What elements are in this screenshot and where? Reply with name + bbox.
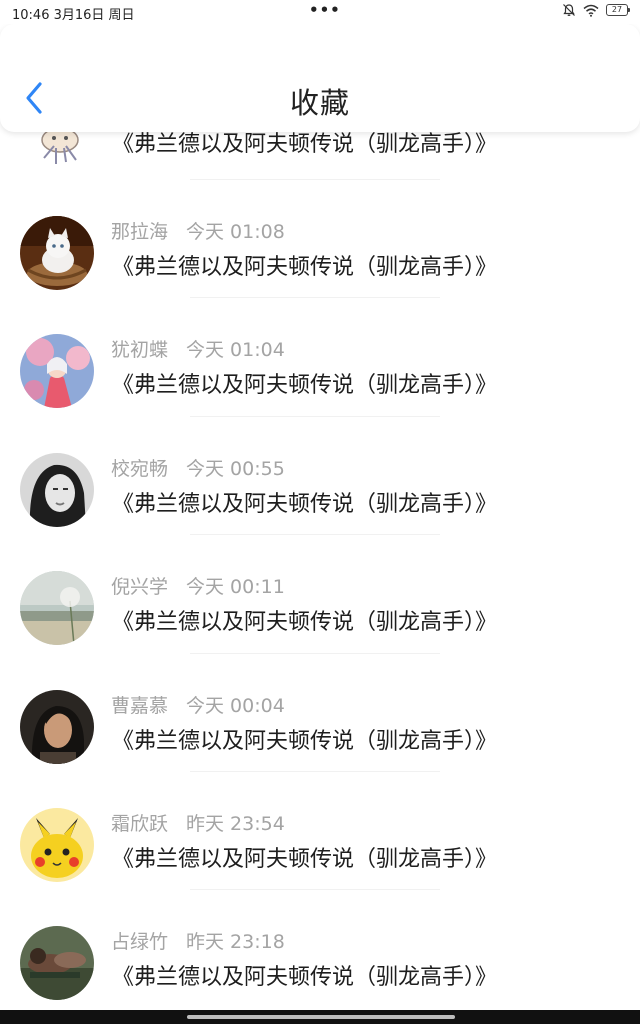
header: 收藏 [0, 24, 640, 132]
user-name: 倪兴学 [111, 576, 169, 599]
user-name: 占绿竹 [111, 931, 169, 954]
avatar [20, 334, 94, 409]
bell-muted-icon [562, 3, 576, 17]
list-item[interactable]: 犹初蝶 今天 01:04 《弗兰德以及阿夫顿传说（驯龙高手）》 [0, 298, 640, 418]
list-item[interactable]: 那拉海 今天 01:08 《弗兰德以及阿夫顿传说（驯龙高手）》 [0, 180, 640, 299]
timestamp: 今天 00:04 [186, 694, 285, 717]
list-item[interactable]: 曹嘉慕 今天 00:04 《弗兰德以及阿夫顿传说（驯龙高手）》 [0, 654, 640, 773]
item-title: 《弗兰德以及阿夫顿传说（驯龙高手）》 [112, 965, 498, 991]
user-name: 曹嘉慕 [111, 694, 169, 717]
list-item[interactable]: 占绿竹 昨天 23:18 《弗兰德以及阿夫顿传说（驯龙高手）》 [0, 890, 640, 1008]
item-meta: 校宛畅 今天 00:55 [111, 454, 285, 481]
avatar [20, 452, 94, 527]
page-title: 收藏 [289, 86, 350, 120]
item-meta: 犹初蝶 今天 01:04 [111, 335, 285, 362]
avatar [20, 216, 94, 290]
item-title: 《弗兰德以及阿夫顿传说（驯龙高手）》 [112, 728, 498, 754]
list-item[interactable]: 倪兴学 今天 00:11 《弗兰德以及阿夫顿传说（驯龙高手）》 [0, 535, 640, 654]
item-meta: 占绿竹 昨天 23:18 [111, 927, 285, 954]
battery-icon: 27 [606, 4, 630, 16]
home-indicator[interactable] [187, 1015, 455, 1019]
item-meta: 那拉海 今天 01:08 [111, 217, 285, 244]
item-meta: 倪兴学 今天 00:11 [111, 572, 285, 599]
status-bar: 10:46 3月16日 周日 ••• 27 [0, 0, 640, 24]
date: 3月16日 周日 [53, 8, 135, 23]
list-item[interactable]: 校宛畅 今天 00:55 《弗兰德以及阿夫顿传说（驯龙高手）》 [0, 417, 640, 536]
more-dots-icon[interactable]: ••• [309, 1, 341, 19]
timestamp: 今天 01:08 [186, 221, 285, 243]
user-name: 校宛畅 [111, 457, 169, 480]
wifi-icon [583, 4, 599, 17]
item-meta: 霜欣跃 昨天 23:54 [111, 809, 285, 836]
avatar [20, 689, 94, 764]
item-meta: 曹嘉慕 今天 00:04 [111, 691, 285, 718]
timestamp: 今天 00:55 [186, 457, 285, 480]
avatar [20, 807, 94, 882]
user-name: 那拉海 [111, 221, 169, 243]
favorites-list: 《弗兰德以及阿夫顿传说（驯龙高手）》 那拉海 今天 01:08 《弗兰德以及阿夫顿… [0, 84, 640, 1009]
item-title: 《弗兰德以及阿夫顿传说（驯龙高手）》 [112, 491, 498, 517]
item-title: 《弗兰德以及阿夫顿传说（驯龙高手）》 [112, 610, 498, 636]
user-name: 犹初蝶 [111, 339, 169, 362]
timestamp: 昨天 23:54 [186, 812, 285, 835]
list-item[interactable]: 霜欣跃 昨天 23:54 《弗兰德以及阿夫顿传说（驯龙高手）》 [0, 772, 640, 891]
item-title: 《弗兰德以及阿夫顿传说（驯龙高手）》 [112, 373, 498, 399]
timestamp: 今天 00:11 [186, 576, 285, 599]
bottom-bar [0, 1010, 640, 1024]
clock: 10:46 [12, 8, 50, 23]
timestamp: 今天 01:04 [186, 339, 285, 362]
item-title: 《弗兰德以及阿夫顿传说（驯龙高手）》 [112, 846, 498, 872]
avatar [20, 571, 94, 646]
status-time: 10:46 3月16日 周日 [12, 4, 135, 23]
status-icons: 27 [562, 3, 630, 17]
item-title: 《弗兰德以及阿夫顿传说（驯龙高手）》 [112, 255, 498, 280]
timestamp: 昨天 23:18 [186, 931, 285, 954]
user-name: 霜欣跃 [111, 812, 169, 835]
avatar [20, 926, 94, 1001]
